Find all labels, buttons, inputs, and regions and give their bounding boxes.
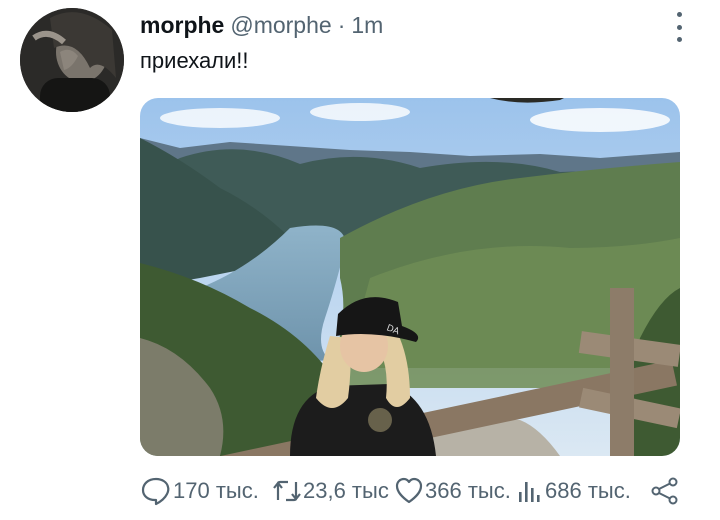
tweet-text: приехали!! xyxy=(140,48,249,73)
share-button[interactable] xyxy=(650,476,680,506)
timestamp[interactable]: 1m xyxy=(351,12,383,39)
like-count: 366 тыс. xyxy=(425,478,511,503)
like-button[interactable]: 366 тыс. xyxy=(394,476,516,506)
reply-count: 170 тыс. xyxy=(173,478,259,503)
retweet-count: 23,6 тыс xyxy=(303,478,389,503)
retweet-icon xyxy=(273,480,301,502)
tweet-header: morphe @morphe · 1m xyxy=(140,12,383,42)
display-name[interactable]: morphe xyxy=(140,12,224,39)
tweet: morphe @morphe · 1m приехали!! DA 170 ты… xyxy=(0,0,720,520)
avatar[interactable] xyxy=(20,8,124,112)
user-handle[interactable]: @morphe xyxy=(230,12,331,39)
more-vertical-icon-dot xyxy=(676,37,682,42)
speech-bubble-icon xyxy=(141,477,170,506)
more-options-button[interactable] xyxy=(670,12,688,42)
views-count: 686 тыс. xyxy=(545,478,631,503)
bar-chart-icon xyxy=(519,482,540,502)
tweet-photo[interactable]: DA xyxy=(140,98,680,456)
retweet-button[interactable]: 23,6 тыс xyxy=(272,476,394,506)
landscape-photo: DA xyxy=(140,98,680,456)
reply-button[interactable]: 170 тыс. xyxy=(140,476,272,506)
share-icon xyxy=(651,477,678,505)
avatar-image xyxy=(20,8,124,112)
heart-icon xyxy=(395,477,423,504)
action-bar: 170 тыс. 23,6 тыс 366 тыс. 686 тыс. xyxy=(140,474,680,508)
more-vertical-icon-dot xyxy=(676,24,682,30)
more-vertical-icon xyxy=(676,12,682,17)
views-button[interactable]: 686 тыс. xyxy=(516,476,650,506)
separator-dot: · xyxy=(337,12,346,38)
